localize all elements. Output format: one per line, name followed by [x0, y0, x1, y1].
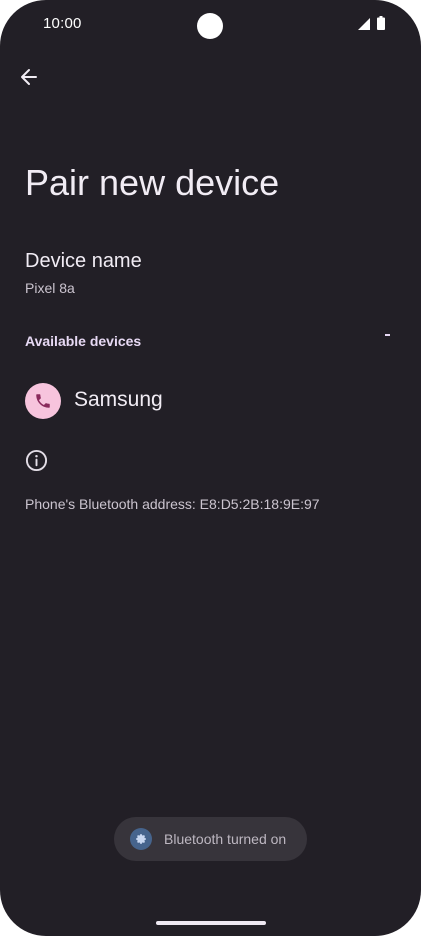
toast-text: Bluetooth turned on	[164, 831, 287, 847]
phone-screen: 10:00 Pair new device Device name Pixel …	[0, 0, 421, 936]
back-button[interactable]	[12, 60, 46, 94]
arrow-back-icon	[21, 69, 37, 85]
available-device-item[interactable]: Samsung	[0, 378, 421, 426]
status-bar: 10:00	[0, 0, 421, 48]
cellular-signal-icon	[358, 18, 370, 30]
device-name-value: Pixel 8a	[25, 280, 75, 296]
toast-message: Bluetooth turned on	[114, 817, 307, 861]
info-icon	[25, 449, 48, 472]
phone-icon	[25, 383, 61, 419]
bluetooth-address: Phone's Bluetooth address: E8:D5:2B:18:9…	[25, 496, 320, 512]
device-name-title: Device name	[25, 250, 142, 272]
battery-icon	[377, 16, 385, 30]
settings-gear-icon	[130, 828, 152, 850]
device-name-setting[interactable]: Device name Pixel 8a	[0, 246, 421, 304]
page-title: Pair new device	[25, 162, 280, 203]
device-label: Samsung	[74, 388, 163, 411]
scanning-progress-indicator	[385, 334, 390, 336]
status-time: 10:00	[43, 15, 82, 32]
gesture-navigation-handle[interactable]	[156, 921, 266, 925]
available-devices-header: Available devices	[25, 333, 142, 349]
front-camera	[197, 13, 223, 39]
